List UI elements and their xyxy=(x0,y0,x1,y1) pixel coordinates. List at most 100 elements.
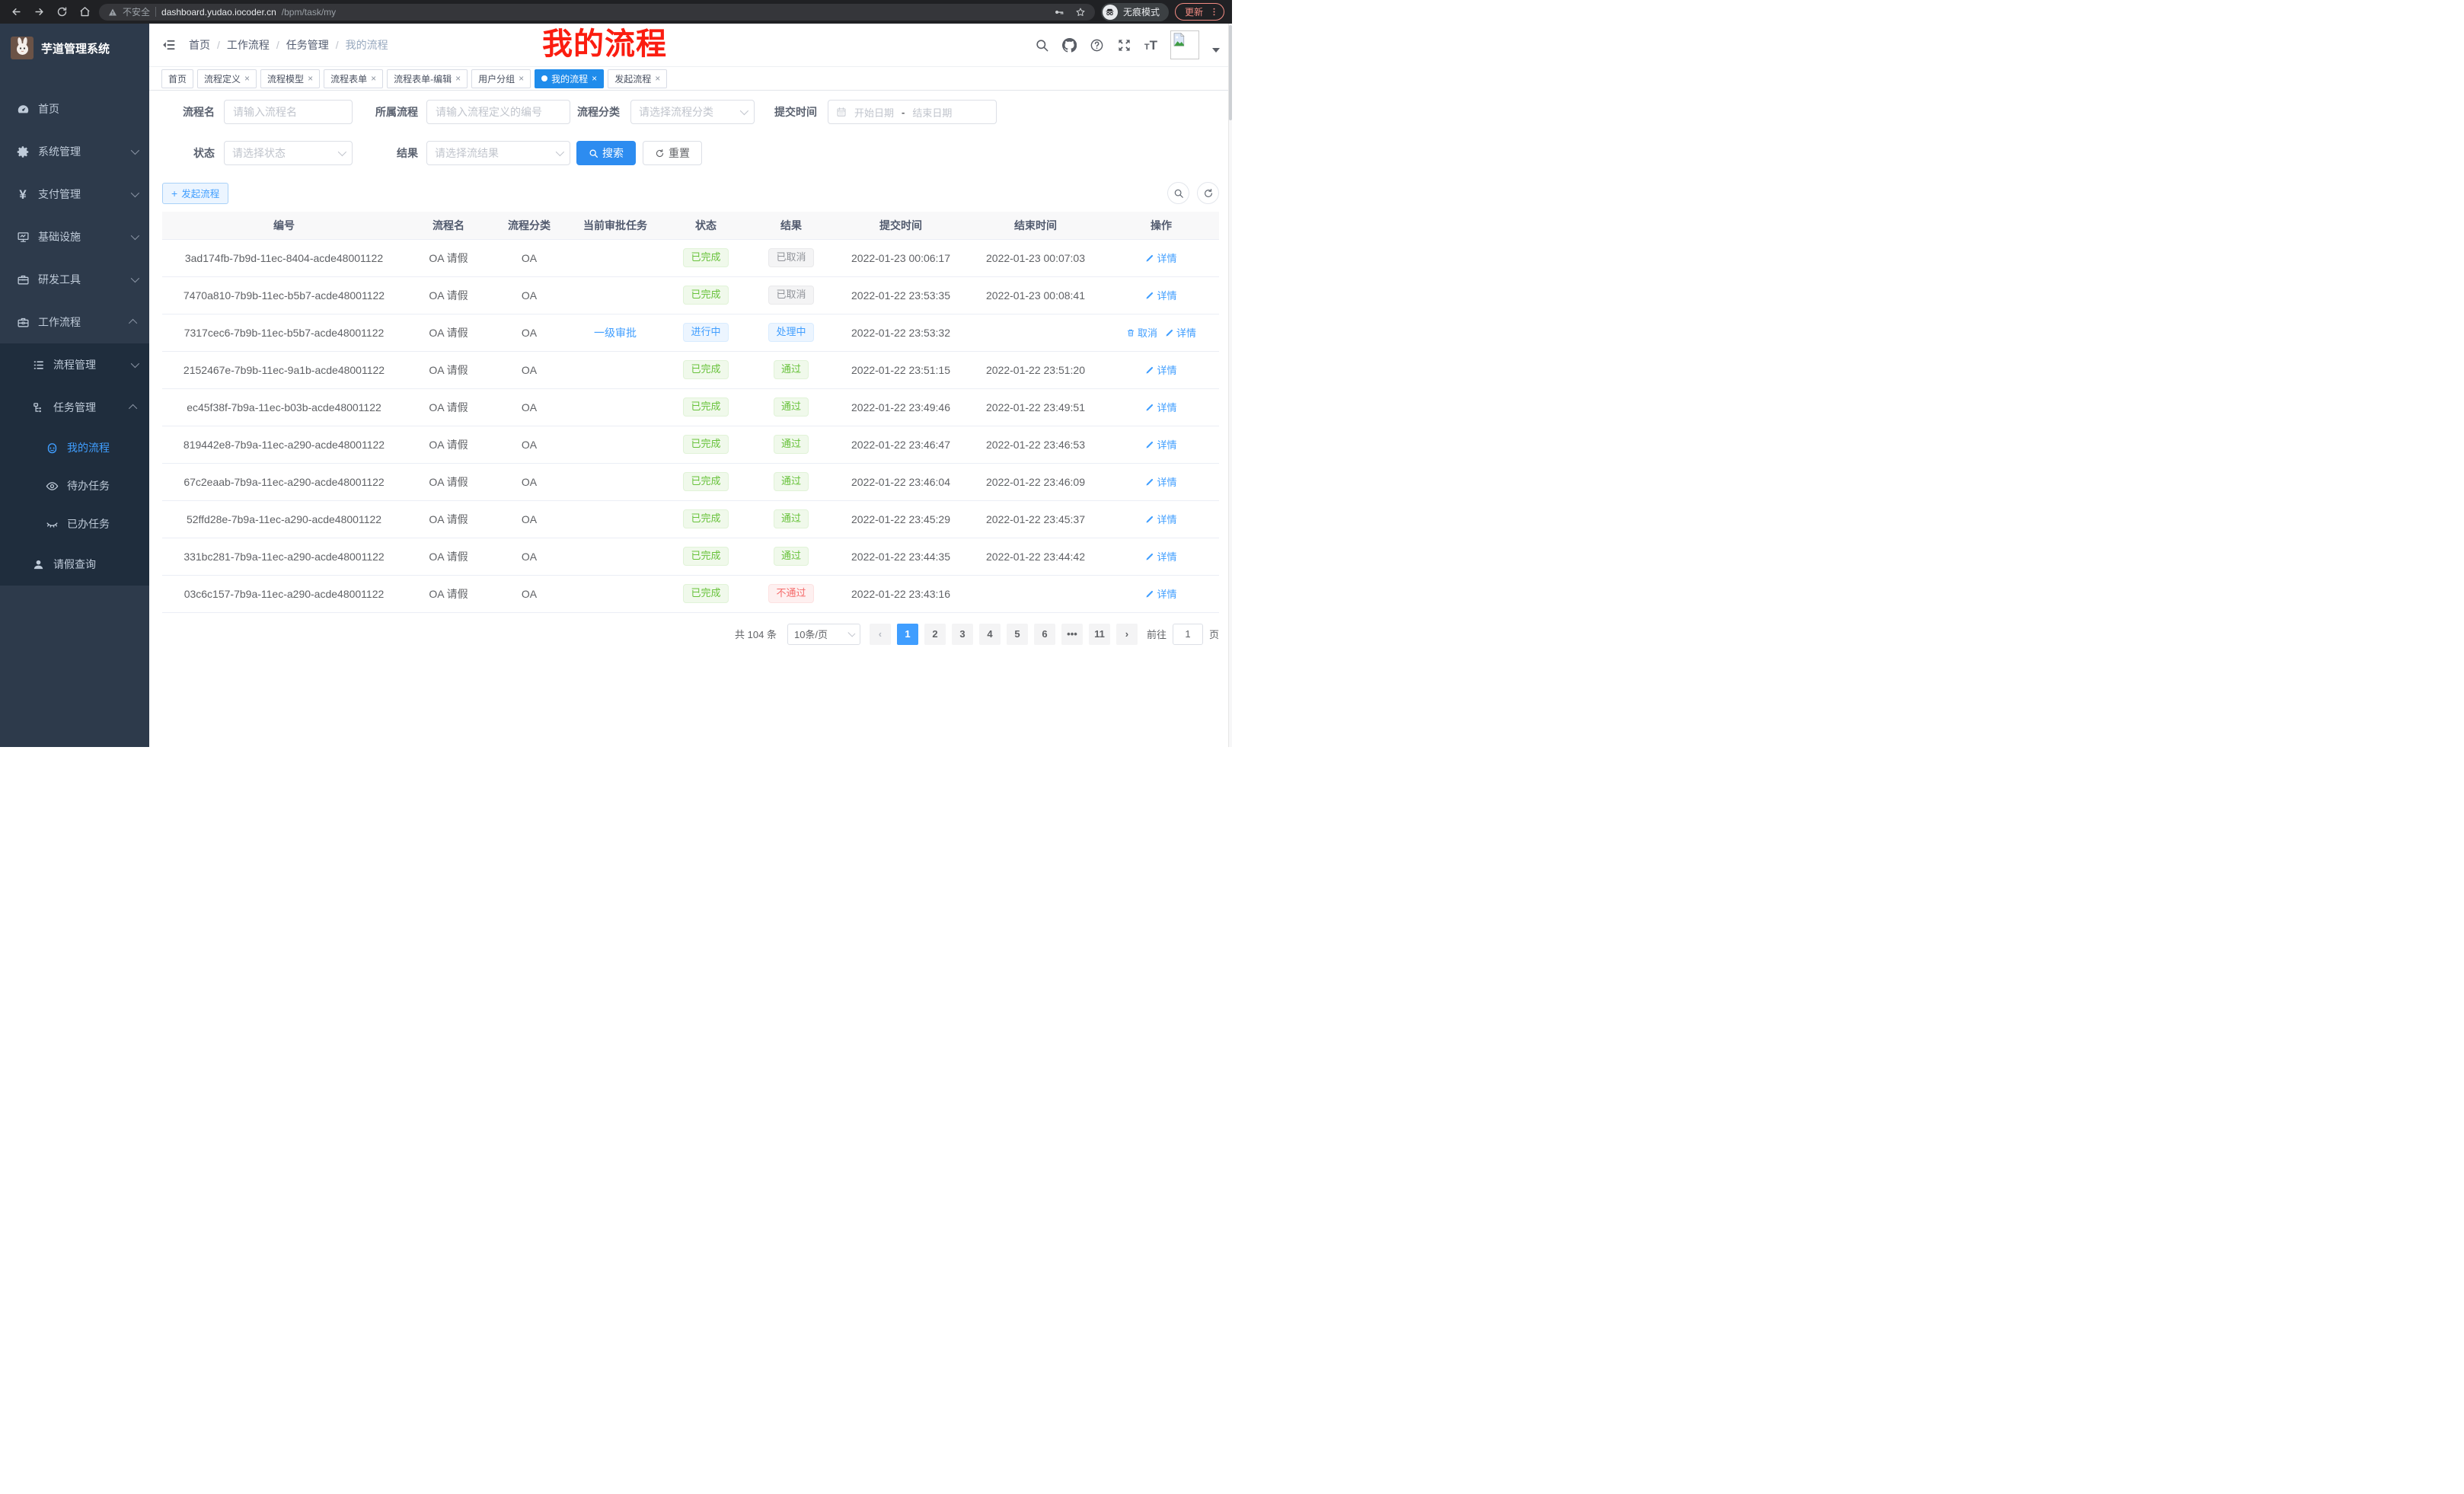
cell-category: OA xyxy=(491,351,567,388)
incognito-label: 无痕模式 xyxy=(1123,5,1160,18)
github-icon[interactable] xyxy=(1062,38,1077,53)
detail-link[interactable]: 详情 xyxy=(1145,586,1176,601)
plus-icon: + xyxy=(171,188,177,199)
process-def-input[interactable] xyxy=(426,100,570,124)
refresh-icon xyxy=(1203,188,1214,199)
password-key-icon[interactable] xyxy=(1054,7,1064,18)
avatar[interactable] xyxy=(1170,30,1199,59)
url-divider xyxy=(155,7,156,17)
caret-down-icon[interactable] xyxy=(1212,48,1220,53)
close-icon[interactable]: × xyxy=(244,74,250,83)
breadcrumb-home[interactable]: 首页 xyxy=(189,37,210,53)
current-task-link[interactable]: 一级审批 xyxy=(594,327,637,339)
tab-process-form[interactable]: 流程表单× xyxy=(324,69,383,88)
cell-end-time xyxy=(968,575,1103,612)
sidebar-item-system[interactable]: 系统管理 xyxy=(0,130,149,173)
detail-link[interactable]: 详情 xyxy=(1145,549,1176,563)
page-button-3[interactable]: 3 xyxy=(952,624,973,645)
browser-home-icon[interactable] xyxy=(76,4,93,21)
jump-page-input[interactable] xyxy=(1173,624,1203,645)
refresh-table-button[interactable] xyxy=(1197,182,1219,204)
next-page-button[interactable]: › xyxy=(1116,624,1138,645)
browser-reload-icon[interactable] xyxy=(53,4,70,21)
pen-icon xyxy=(1145,403,1154,412)
detail-link[interactable]: 详情 xyxy=(1145,400,1176,414)
submit-time-range-picker[interactable]: 开始日期 - 结束日期 xyxy=(828,100,997,124)
sidebar-item-process-management[interactable]: 流程管理 xyxy=(0,343,149,386)
page-size-select[interactable]: 10条/页 xyxy=(787,624,860,645)
page-button-6[interactable]: 6 xyxy=(1034,624,1055,645)
breadcrumb-separator: / xyxy=(336,39,339,51)
cell-category: OA xyxy=(491,426,567,463)
breadcrumb-workflow[interactable]: 工作流程 xyxy=(227,37,270,53)
category-select[interactable]: 请选择流程分类 xyxy=(630,100,755,124)
close-icon[interactable]: × xyxy=(655,74,660,83)
fontsize-icon[interactable]: TT xyxy=(1144,39,1157,52)
cell-submit-time: 2022-01-22 23:49:46 xyxy=(834,388,968,426)
close-icon[interactable]: × xyxy=(592,74,597,83)
tab-process-form-edit[interactable]: 流程表单-编辑× xyxy=(387,69,468,88)
close-icon[interactable]: × xyxy=(308,74,313,83)
sidebar-item-home[interactable]: 首页 xyxy=(0,88,149,130)
sidebar-item-leave-query[interactable]: 请假查询 xyxy=(0,543,149,586)
detail-link[interactable]: 详情 xyxy=(1165,325,1196,340)
app-logo[interactable]: 芋道管理系统 xyxy=(0,24,149,72)
browser-update-button[interactable]: 更新 xyxy=(1175,3,1224,21)
close-icon[interactable]: × xyxy=(519,74,524,83)
detail-label: 详情 xyxy=(1176,325,1196,340)
sidebar-item-devtools[interactable]: 研发工具 xyxy=(0,258,149,301)
detail-link[interactable]: 详情 xyxy=(1145,288,1176,302)
tab-home[interactable]: 首页 xyxy=(161,69,193,88)
process-name-input[interactable] xyxy=(224,100,353,124)
chevron-down-icon xyxy=(131,359,139,368)
tab-process-definition[interactable]: 流程定义× xyxy=(197,69,257,88)
process-name-label: 流程名 xyxy=(162,104,215,120)
close-icon[interactable]: × xyxy=(371,74,376,83)
sidebar-item-task-management[interactable]: 任务管理 xyxy=(0,386,149,429)
page-button-2[interactable]: 2 xyxy=(924,624,946,645)
url-bar[interactable]: 不安全 dashboard.yudao.iocoder.cn/bpm/task/… xyxy=(99,4,1095,21)
tab-user-group[interactable]: 用户分组× xyxy=(471,69,531,88)
tab-my-process[interactable]: 我的流程× xyxy=(535,69,604,88)
status-select[interactable]: 请选择状态 xyxy=(224,141,353,165)
page-button-1[interactable]: 1 xyxy=(897,624,918,645)
fullscreen-icon[interactable] xyxy=(1117,38,1131,53)
start-process-button[interactable]: + 发起流程 xyxy=(162,183,228,204)
sidebar-item-done-tasks[interactable]: 已办任务 xyxy=(0,505,149,543)
detail-link[interactable]: 详情 xyxy=(1145,437,1176,452)
browser-back-icon[interactable] xyxy=(8,4,24,21)
sidebar-item-label: 首页 xyxy=(38,101,137,117)
detail-link[interactable]: 详情 xyxy=(1145,512,1176,526)
previous-page-button[interactable]: ‹ xyxy=(870,624,891,645)
page-ellipsis[interactable]: ••• xyxy=(1061,624,1083,645)
cancel-link[interactable]: 取消 xyxy=(1126,325,1157,340)
page-button-11[interactable]: 11 xyxy=(1089,624,1110,645)
page-button-4[interactable]: 4 xyxy=(979,624,1001,645)
search-icon[interactable] xyxy=(1035,38,1049,53)
sidebar-item-todo-tasks[interactable]: 待办任务 xyxy=(0,467,149,505)
reset-button[interactable]: 重置 xyxy=(643,141,702,165)
pagination: 共 104 条 10条/页 ‹123456•••11› 前往 页 xyxy=(162,624,1219,645)
cell-end-time: 2022-01-23 00:08:41 xyxy=(968,276,1103,314)
detail-link[interactable]: 详情 xyxy=(1145,474,1176,489)
close-icon[interactable]: × xyxy=(455,74,461,83)
bookmark-star-icon[interactable] xyxy=(1075,7,1086,18)
search-button[interactable]: 搜索 xyxy=(576,141,636,165)
browser-forward-icon[interactable] xyxy=(30,4,47,21)
sidebar-item-infra[interactable]: 基础设施 xyxy=(0,215,149,258)
sidebar-item-workflow[interactable]: 工作流程 xyxy=(0,301,149,343)
sidebar-item-payment[interactable]: ¥支付管理 xyxy=(0,173,149,215)
scrollbar-thumb[interactable] xyxy=(1229,25,1232,120)
result-select[interactable]: 请选择流结果 xyxy=(426,141,570,165)
tab-process-model[interactable]: 流程模型× xyxy=(260,69,320,88)
breadcrumb-task-management[interactable]: 任务管理 xyxy=(286,37,329,53)
sidebar-item-my-process[interactable]: 我的流程 xyxy=(0,429,149,467)
detail-link[interactable]: 详情 xyxy=(1145,362,1176,377)
hamburger-icon[interactable] xyxy=(161,37,177,53)
page-button-5[interactable]: 5 xyxy=(1007,624,1028,645)
toggle-search-button[interactable] xyxy=(1167,182,1189,204)
tab-start-process[interactable]: 发起流程× xyxy=(608,69,667,88)
detail-link[interactable]: 详情 xyxy=(1145,251,1176,265)
help-icon[interactable] xyxy=(1090,38,1104,53)
browser-menu-dots-icon[interactable] xyxy=(1209,7,1219,17)
